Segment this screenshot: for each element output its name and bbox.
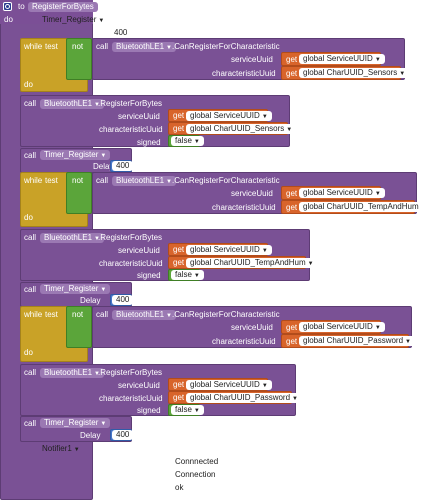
method-label-r2: .RegisterForBytes [98, 233, 163, 242]
global-service-r3[interactable]: global ServiceUUID ▼ [186, 380, 272, 390]
service-uuid-label-2: serviceUuid [231, 189, 273, 198]
test-label-1: test [45, 42, 58, 51]
not-label-1: not [72, 42, 84, 51]
service-uuid-label-3: serviceUuid [231, 323, 273, 332]
notifier-component[interactable]: Notifier1 ▼ [42, 443, 80, 456]
get-label-r3a: get [173, 380, 185, 389]
char-uuid-label-3: characteristicUuid [212, 337, 276, 346]
method-label-2: .CanRegisterForCharacteristic [172, 176, 280, 185]
ble-component-r2[interactable]: BluetoothLE1 ▼ [40, 233, 104, 243]
call-label-t3: call [24, 419, 37, 428]
call-label-r2: call [24, 233, 37, 242]
get-label-2a: get [286, 189, 298, 198]
service-uuid-label-1: serviceUuid [231, 55, 273, 64]
test-label-2: test [45, 176, 58, 185]
ble-component-1[interactable]: BluetoothLE1 ▼ [112, 42, 176, 52]
false-value-r2[interactable]: false ▼ [171, 270, 204, 280]
call-label-t2: call [24, 285, 37, 294]
global-service-1[interactable]: global ServiceUUID ▼ [299, 54, 385, 64]
get-label-r1a: get [173, 111, 185, 120]
do-label: do [4, 15, 13, 24]
get-label-1b: get [286, 69, 298, 78]
get-label-1a: get [286, 55, 298, 64]
ble-component-3[interactable]: BluetoothLE1 ▼ [112, 310, 176, 320]
global-service-r1[interactable]: global ServiceUUID ▼ [186, 111, 272, 121]
delay-label-3: Delay [80, 431, 101, 440]
timer-value: 400 [114, 28, 128, 37]
get-label-r2a: get [173, 245, 185, 254]
false-value-r1[interactable]: false ▼ [171, 136, 204, 146]
call-label-r1: call [24, 99, 37, 108]
get-label-r2b: get [173, 258, 185, 267]
delay-value-2[interactable]: 400 [112, 295, 134, 305]
char-uuid-label-2: characteristicUuid [212, 203, 276, 212]
while-label-1: while [24, 42, 43, 51]
procedure-name[interactable]: RegisterForBytes [28, 2, 98, 12]
service-uuid-label-r1: serviceUuid [118, 112, 160, 121]
call-label-3: call [96, 310, 109, 319]
false-value-r3[interactable]: false ▼ [171, 405, 204, 415]
signed-label-r3: signed [137, 406, 161, 415]
collapse-icon[interactable] [3, 2, 12, 11]
notifier-arg-3: ok [175, 483, 184, 492]
char-uuid-label-1: characteristicUuid [212, 69, 276, 78]
timer-component-2[interactable]: Timer_Register ▼ [40, 284, 111, 294]
call-label-1: call [96, 42, 109, 51]
ble-component-2[interactable]: BluetoothLE1 ▼ [112, 176, 176, 186]
not-label-3: not [72, 310, 84, 319]
service-uuid-label-r2: serviceUuid [118, 246, 160, 255]
while-label-2: while [24, 176, 43, 185]
char-uuid-label-r3: characteristicUuid [99, 394, 163, 403]
do-label-1: do [24, 80, 33, 89]
ble-component-r3[interactable]: BluetoothLE1 ▼ [40, 368, 104, 378]
get-label-3a: get [286, 323, 298, 332]
signed-label-r1: signed [137, 138, 161, 147]
global-service-3[interactable]: global ServiceUUID ▼ [299, 322, 385, 332]
char-uuid-label-r2: characteristicUuid [99, 259, 163, 268]
to-label: to [18, 2, 25, 11]
global-temp-2[interactable]: global CharUUID_TempAndHum▼ [299, 202, 421, 212]
timer-component-3[interactable]: Timer_Register ▼ [40, 418, 111, 428]
global-sensors-r1[interactable]: global CharUUID_Sensors ▼ [186, 124, 297, 134]
global-sensors-1[interactable]: global CharUUID_Sensors ▼ [299, 68, 410, 78]
delay-value-1[interactable]: 400 [112, 161, 134, 171]
delay-value-3[interactable]: 400 [112, 430, 134, 440]
get-label-2b: get [286, 203, 298, 212]
not-label-2: not [72, 176, 84, 185]
call-label-t1: call [24, 151, 37, 160]
get-label-3b: get [286, 337, 298, 346]
notifier-arg-1: Connnected [175, 457, 219, 466]
call-label-2: call [96, 176, 109, 185]
timer-component-1[interactable]: Timer_Register ▼ [40, 150, 111, 160]
notifier-arg-2: Connection [175, 470, 216, 479]
global-password-3[interactable]: global CharUUID_Password ▼ [299, 336, 415, 346]
service-uuid-label-r3: serviceUuid [118, 381, 160, 390]
char-uuid-label-r1: characteristicUuid [99, 125, 163, 134]
method-label-3: .CanRegisterForCharacteristic [172, 310, 280, 319]
do-label-3: do [24, 348, 33, 357]
get-label-r1b: get [173, 124, 185, 133]
global-password-r3[interactable]: global CharUUID_Password ▼ [186, 393, 302, 403]
get-label-r3b: get [173, 393, 185, 402]
method-label-r3: .RegisterForBytes [98, 368, 163, 377]
while-label-3: while [24, 310, 43, 319]
method-label-1: .CanRegisterForCharacteristic [172, 42, 280, 51]
do-label-2: do [24, 213, 33, 222]
test-label-3: test [45, 310, 58, 319]
call-label-r3: call [24, 368, 37, 377]
global-service-2[interactable]: global ServiceUUID ▼ [299, 188, 385, 198]
signed-label-r2: signed [137, 271, 161, 280]
delay-label-2: Delay [80, 296, 101, 305]
ble-component-r1[interactable]: BluetoothLE1 ▼ [40, 99, 104, 109]
timer-register-param[interactable]: Timer_Register ▼ [42, 14, 104, 27]
method-label-r1: .RegisterForBytes [98, 99, 163, 108]
global-service-r2[interactable]: global ServiceUUID ▼ [186, 245, 272, 255]
global-temp-r2[interactable]: global CharUUID_TempAndHum ▼ [186, 258, 318, 268]
